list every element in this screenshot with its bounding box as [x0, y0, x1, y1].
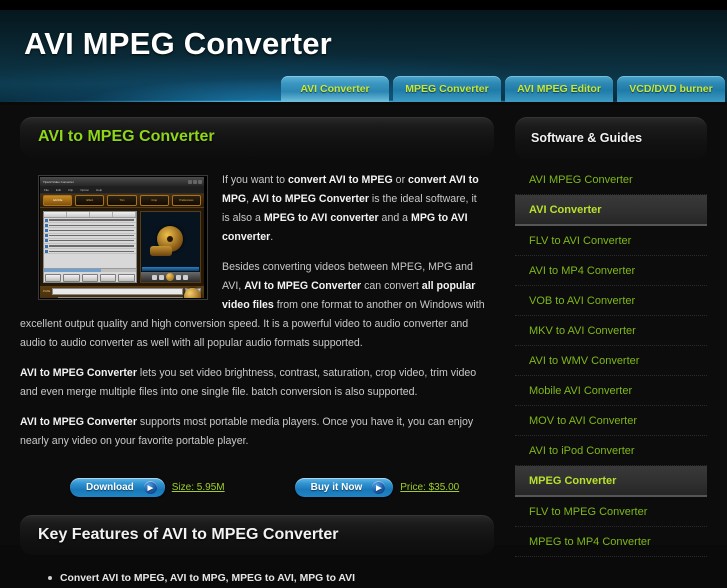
screenshot-toolbar: Add File Effect Trim Crop Preferences — [40, 194, 204, 208]
buy-now-button[interactable]: Buy it Now ▶ — [294, 478, 394, 497]
screenshot-tool-3: Crop — [139, 195, 169, 206]
sidebar-title: Software & Guides — [531, 131, 643, 145]
sidebar-item-4[interactable]: VOB to AVI Converter — [515, 286, 707, 316]
screenshot-profile-field: Profile — [43, 288, 201, 295]
close-icon — [198, 179, 202, 184]
article: Tipard Video Converter File Edit Clip Optio… — [20, 171, 494, 497]
site-title: AVI MPEG Converter — [24, 26, 332, 61]
screenshot-player-controls — [140, 272, 200, 282]
price-note[interactable]: Price: $35.00 — [400, 482, 459, 493]
main-navigation: AVI Converter MPEG Converter AVI MPEG Edit… — [281, 76, 725, 102]
top-strip — [0, 0, 727, 10]
nav-tab-3[interactable]: VCD/DVD burner — [617, 76, 725, 102]
maximize-icon — [193, 179, 197, 184]
sidebar-item-9[interactable]: AVI to iPod Converter — [515, 436, 707, 466]
download-button-label: Download — [86, 482, 134, 493]
sidebar-item-1[interactable]: AVI Converter — [515, 195, 707, 226]
sidebar-item-5[interactable]: MKV to AVI Converter — [515, 316, 707, 346]
screenshot-menu-3: Option — [80, 187, 90, 192]
convert-knob-icon — [184, 288, 201, 298]
screenshot-tool-0: Add File — [43, 195, 73, 206]
site-header: AVI MPEG Converter AVI Converter MPEG Con… — [0, 10, 727, 105]
nav-tab-2[interactable]: AVI MPEG Editor — [505, 76, 613, 102]
paragraph-2: AVI to MPEG Converter lets you set video… — [20, 367, 477, 398]
screenshot-profile-label: Profile — [43, 289, 51, 293]
main-content: AVI to MPEG Converter Tipard Video Conve… — [20, 117, 494, 588]
paragraph-3: AVI to MPEG Converter supports most port… — [20, 416, 474, 447]
screenshot-menubar: File Edit Clip Option Help — [40, 186, 204, 194]
sidebar-title-panel: Software & Guides — [515, 117, 707, 159]
download-size-note[interactable]: Size: 5.95M — [172, 482, 225, 493]
sidebar-item-2[interactable]: FLV to AVI Converter — [515, 226, 707, 256]
screenshot-list-row — [44, 249, 136, 255]
screenshot-seek-bar — [141, 267, 199, 271]
sidebar-item-7[interactable]: Mobile AVI Converter — [515, 376, 707, 406]
sidebar-item-12[interactable]: MPEG to MP4 Converter — [515, 527, 707, 557]
screenshot-menu-2: Clip — [68, 187, 74, 192]
screenshot-window-title: Tipard Video Converter — [43, 179, 74, 184]
minimize-icon — [188, 179, 192, 184]
screenshot-menu-0: File — [44, 187, 49, 192]
nav-tab-0[interactable]: AVI Converter — [281, 76, 389, 102]
screenshot-titlebar: Tipard Video Converter — [40, 177, 204, 186]
screenshot-destination-field: Destination — [43, 296, 201, 298]
download-button[interactable]: Download ▶ — [70, 478, 165, 497]
feature-item-0: Convert AVI to MPEG, AVI to MPG, MPEG to… — [46, 569, 494, 588]
buy-now-button-label: Buy it Now — [310, 482, 363, 493]
screenshot-menu-4: Help — [96, 187, 103, 192]
sidebar: Software & Guides AVI MPEG Converter AVI … — [515, 117, 707, 557]
sidebar-list: AVI MPEG Converter AVI Converter FLV to AV… — [515, 165, 707, 557]
product-screenshot[interactable]: Tipard Video Converter File Edit Clip Optio… — [38, 175, 208, 300]
screenshot-main — [40, 208, 204, 286]
screenshot-settings: Profile Destination — [40, 286, 204, 298]
screenshot-file-list — [43, 211, 137, 283]
screenshot-tool-1: Effect — [75, 195, 105, 206]
features-title: Key Features of AVI to MPEG Converter — [38, 526, 339, 543]
screenshot-menu-1: Edit — [55, 187, 62, 192]
sidebar-item-8[interactable]: MOV to AVI Converter — [515, 406, 707, 436]
screenshot-tool-2: Trim — [107, 195, 137, 206]
page-root: AVI MPEG Converter AVI Converter MPEG Con… — [0, 0, 727, 584]
sidebar-item-0[interactable]: AVI MPEG Converter — [515, 165, 707, 195]
sidebar-item-10[interactable]: MPEG Converter — [515, 466, 707, 497]
sidebar-item-3[interactable]: AVI to MP4 Converter — [515, 256, 707, 286]
sidebar-item-6[interactable]: AVI to WMV Converter — [515, 346, 707, 376]
page-title: AVI to MPEG Converter — [38, 128, 215, 145]
page-body: AVI to MPEG Converter Tipard Video Conve… — [0, 105, 727, 584]
screenshot-window-controls — [187, 179, 204, 184]
arrow-right-icon: ▶ — [372, 481, 386, 494]
screenshot-tool-4: Preferences — [171, 195, 202, 206]
features-list: Convert AVI to MPEG, AVI to MPG, MPEG to… — [46, 569, 494, 588]
screenshot-list-buttons — [44, 272, 136, 282]
sidebar-item-11[interactable]: FLV to MPEG Converter — [515, 497, 707, 527]
arrow-right-icon: ▶ — [143, 481, 157, 494]
film-reel-icon — [141, 212, 200, 266]
features-title-panel: Key Features of AVI to MPEG Converter — [20, 515, 494, 555]
screenshot-canvas: Tipard Video Converter File Edit Clip Optio… — [40, 177, 204, 298]
nav-tab-1[interactable]: MPEG Converter — [393, 76, 501, 102]
page-title-panel: AVI to MPEG Converter — [20, 117, 494, 157]
action-button-row: Download ▶ Size: 5.95M Buy it Now ▶ Pric… — [70, 478, 494, 497]
screenshot-preview — [139, 211, 201, 283]
